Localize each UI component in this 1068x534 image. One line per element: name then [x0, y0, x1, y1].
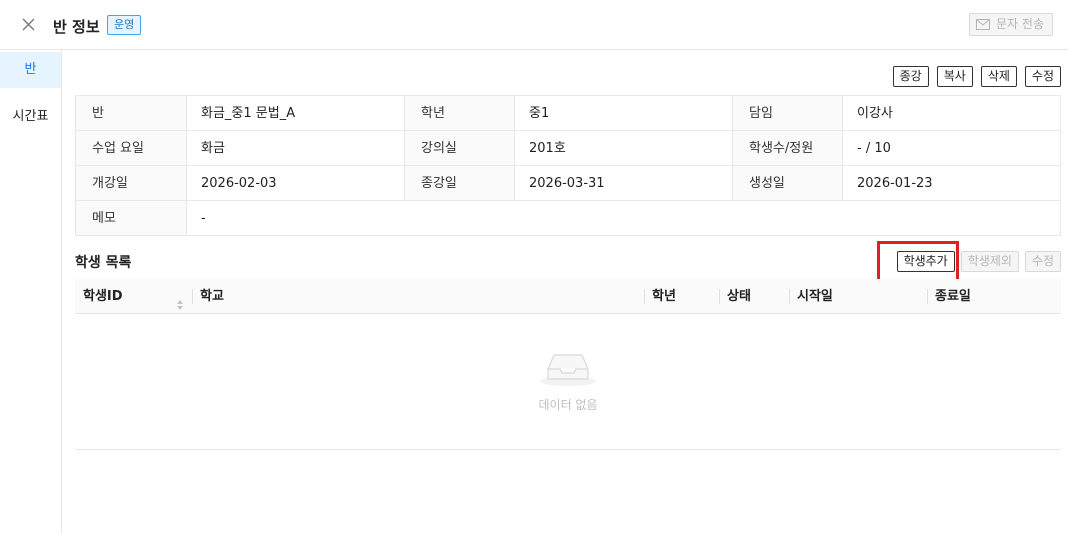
info-label: 담임: [732, 96, 842, 130]
status-badge: 운영: [107, 15, 142, 35]
add-student-button[interactable]: 학생추가: [896, 251, 955, 272]
header: 반 정보 운영 문자 전송: [0, 0, 1068, 50]
info-value: - / 10: [842, 131, 1060, 165]
info-label: 학년: [404, 96, 514, 130]
sidebar: 반 시간표: [0, 50, 62, 534]
close-icon[interactable]: [18, 14, 40, 36]
info-value: 2026-02-03: [186, 166, 404, 200]
column-header-start-date: 시작일: [789, 279, 927, 313]
info-label: 메모: [76, 201, 186, 235]
remove-student-button[interactable]: 학생제외: [960, 251, 1019, 272]
info-value: 중1: [514, 96, 732, 130]
class-info-table: 반 화금_중1 문법_A 학년 중1 담임 이강사 수업 요일 화금 강의실 2…: [75, 95, 1061, 236]
info-value: 201호: [514, 131, 732, 165]
info-label: 생성일: [732, 166, 842, 200]
sidebar-item-class[interactable]: 반: [0, 52, 61, 88]
end-class-button[interactable]: 종강: [892, 66, 929, 87]
student-table: 학생ID 학교 학년 상태 시작일 종료일 데이터 없음: [75, 279, 1061, 450]
student-list-title: 학생 목록: [75, 255, 132, 271]
copy-button[interactable]: 복사: [936, 66, 973, 87]
column-label: 학생ID: [83, 289, 123, 304]
edit-button[interactable]: 수정: [1024, 66, 1061, 87]
info-value: 이강사: [842, 96, 1060, 130]
info-value: 2026-01-23: [842, 166, 1060, 200]
table-header: 학생ID 학교 학년 상태 시작일 종료일: [75, 279, 1061, 314]
class-actions: 종강 복사 삭제 수정: [892, 66, 1061, 87]
info-value: 화금_중1 문법_A: [186, 96, 404, 130]
info-value: 화금: [186, 131, 404, 165]
column-header-school: 학교: [192, 279, 644, 313]
info-label: 학생수/정원: [732, 131, 842, 165]
page-title: 반 정보: [53, 18, 100, 36]
info-value: -: [186, 201, 1060, 235]
empty-inbox-icon: [536, 347, 600, 393]
column-header-grade: 학년: [644, 279, 719, 313]
info-label: 반: [76, 96, 186, 130]
send-sms-button[interactable]: 문자 전송: [969, 13, 1053, 36]
info-label: 수업 요일: [76, 131, 186, 165]
mail-icon: [976, 19, 991, 30]
empty-text: 데이터 없음: [538, 398, 598, 412]
student-list-actions: 학생추가 학생제외 수정: [896, 251, 1061, 272]
sidebar-item-timetable[interactable]: 시간표: [0, 99, 61, 135]
column-header-end-date: 종료일: [927, 279, 1061, 313]
send-sms-label: 문자 전송: [996, 17, 1044, 31]
info-row: 수업 요일 화금 강의실 201호 학생수/정원 - / 10: [76, 131, 1060, 166]
info-label: 개강일: [76, 166, 186, 200]
info-row: 메모 -: [76, 201, 1060, 236]
edit-students-button[interactable]: 수정: [1024, 251, 1061, 272]
info-label: 종강일: [404, 166, 514, 200]
info-value: 2026-03-31: [514, 166, 732, 200]
info-row: 개강일 2026-02-03 종강일 2026-03-31 생성일 2026-0…: [76, 166, 1060, 201]
column-header-student-id[interactable]: 학생ID: [75, 279, 192, 313]
delete-button[interactable]: 삭제: [980, 66, 1017, 87]
info-label: 강의실: [404, 131, 514, 165]
column-header-status: 상태: [719, 279, 789, 313]
empty-state: 데이터 없음: [75, 314, 1061, 450]
info-row: 반 화금_중1 문법_A 학년 중1 담임 이강사: [76, 96, 1060, 131]
